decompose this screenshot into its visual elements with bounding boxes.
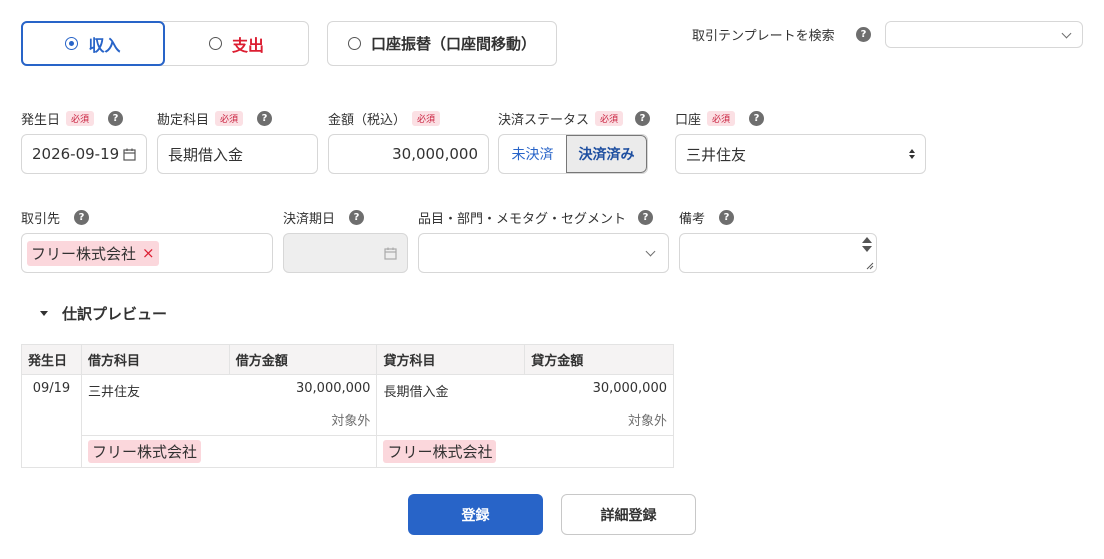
header-date: 発生日 (21, 344, 82, 375)
date-value: 2026-09-19 (32, 145, 120, 163)
required-badge: 必須 (707, 111, 736, 126)
debit-item: 三井住友 (87, 385, 140, 400)
partner-tag-label: フリー株式会社 (31, 244, 137, 263)
expense-label: 支出 (231, 35, 264, 55)
expense-radio-button[interactable]: 支出 (165, 22, 308, 65)
due-date-input (283, 233, 408, 273)
wallet-value: 三井住友 (686, 145, 747, 164)
help-icon[interactable]: ? (349, 210, 365, 225)
calendar-icon[interactable] (123, 148, 136, 161)
partner-label: 取引先 (21, 212, 61, 227)
date-label-group: 発生日 必須 ? (21, 109, 124, 128)
credit-item: 長期借入金 (383, 385, 449, 400)
table-row: 09/19 三井住友 30,000,000 対象外 フリー株式会社 長期借入金 … (21, 374, 674, 468)
remove-tag-icon[interactable]: × (142, 244, 155, 262)
radio-unselected-icon (347, 37, 361, 50)
credit-cell: 長期借入金 30,000,000 対象外 フリー株式会社 (376, 374, 674, 468)
settled-option[interactable]: 決済済み (566, 135, 647, 173)
income-radio-button[interactable]: 収入 (21, 21, 165, 66)
amount-value: 30,000,000 (392, 145, 478, 163)
settlement-label-group: 決済ステータス 必須 ? (498, 109, 651, 128)
required-badge: 必須 (595, 111, 624, 126)
header-debit-item: 借方科目 (80, 344, 230, 375)
wallet-select[interactable]: 三井住友 (675, 134, 926, 174)
settlement-label: 決済ステータス (498, 113, 590, 128)
row-date: 09/19 (21, 374, 82, 468)
segments-label-group: 品目・部門・メモタグ・セグメント ? (418, 208, 654, 227)
debit-tax: 対象外 (331, 414, 371, 429)
journal-preview-table: 発生日 借方科目 借方金額 貸方科目 貸方金額 09/19 三井住友 30,00… (21, 344, 674, 468)
credit-amount: 30,000,000 (592, 381, 667, 396)
note-label: 備考 (679, 212, 706, 227)
help-icon[interactable]: ? (635, 111, 651, 126)
partner-tag: フリー株式会社 × (27, 240, 159, 266)
unsettled-option[interactable]: 未決済 (499, 135, 566, 173)
account-item-label: 勘定科目 (157, 113, 210, 128)
template-search-label: 取引テンプレートを検索 (692, 29, 835, 44)
help-icon[interactable]: ? (749, 111, 765, 126)
spinner-arrows-icon[interactable] (861, 236, 873, 256)
table-header-row: 発生日 借方科目 借方金額 貸方科目 貸方金額 (21, 344, 674, 375)
account-item-input[interactable]: 長期借入金 (157, 134, 318, 174)
register-button[interactable]: 登録 (408, 494, 543, 535)
sort-arrows-icon (909, 149, 915, 159)
amount-label: 金額（税込） (328, 113, 407, 128)
help-icon[interactable]: ? (257, 111, 273, 126)
due-date-label-group: 決済期日 ? (283, 208, 365, 227)
transaction-type-group: 収入 支出 (21, 21, 309, 66)
help-icon[interactable]: ? (856, 27, 871, 42)
wallet-label: 口座 (675, 113, 702, 128)
header-debit-amount: 借方金額 (228, 344, 378, 375)
note-label-group: 備考 ? (679, 208, 735, 227)
debit-partner-tag: フリー株式会社 (87, 440, 201, 463)
help-icon[interactable]: ? (74, 210, 90, 225)
partner-input[interactable]: フリー株式会社 × (21, 233, 273, 273)
help-icon[interactable]: ? (108, 111, 124, 126)
account-item-value: 長期借入金 (168, 145, 244, 164)
settlement-toggle: 未決済 決済済み (498, 134, 648, 174)
date-input[interactable]: 2026-09-19 (21, 134, 147, 174)
template-search-select[interactable] (885, 21, 1083, 48)
credit-partner-tag: フリー株式会社 (383, 440, 497, 463)
income-label: 収入 (88, 35, 121, 55)
chevron-down-icon (645, 246, 656, 257)
account-item-label-group: 勘定科目 必須 ? (157, 109, 273, 128)
amount-label-group: 金額（税込） 必須 (328, 109, 441, 128)
partner-label-group: 取引先 ? (21, 208, 90, 227)
debit-cell: 三井住友 30,000,000 対象外 フリー株式会社 (80, 374, 378, 468)
segments-select[interactable] (418, 233, 669, 273)
segments-label: 品目・部門・メモタグ・セグメント (418, 212, 627, 227)
due-date-label: 決済期日 (283, 212, 336, 227)
transfer-label: 口座振替（口座間移動） (370, 35, 536, 53)
resize-handle-icon[interactable] (866, 262, 874, 270)
note-textarea[interactable] (679, 233, 877, 273)
amount-input[interactable]: 30,000,000 (328, 134, 489, 174)
required-badge: 必須 (66, 111, 95, 126)
help-icon[interactable]: ? (719, 210, 735, 225)
header-credit-item: 貸方科目 (376, 344, 526, 375)
radio-unselected-icon (208, 37, 222, 50)
detail-register-button[interactable]: 詳細登録 (561, 494, 696, 535)
date-label: 発生日 (21, 113, 61, 128)
header-credit-amount: 貸方金額 (524, 344, 674, 375)
help-icon[interactable]: ? (638, 210, 654, 225)
journal-preview-title: 仕訳プレビュー (62, 305, 168, 323)
credit-tax: 対象外 (627, 414, 667, 429)
caret-down-icon (40, 311, 48, 316)
required-badge: 必須 (412, 111, 441, 126)
calendar-icon (384, 247, 397, 260)
radio-selected-icon (65, 37, 79, 50)
transfer-radio-button[interactable]: 口座振替（口座間移動） (327, 21, 557, 66)
journal-preview-toggle[interactable]: 仕訳プレビュー (40, 303, 167, 324)
chevron-down-icon (1061, 28, 1072, 39)
debit-amount: 30,000,000 (296, 381, 371, 396)
wallet-label-group: 口座 必須 ? (675, 109, 765, 128)
required-badge: 必須 (215, 111, 244, 126)
